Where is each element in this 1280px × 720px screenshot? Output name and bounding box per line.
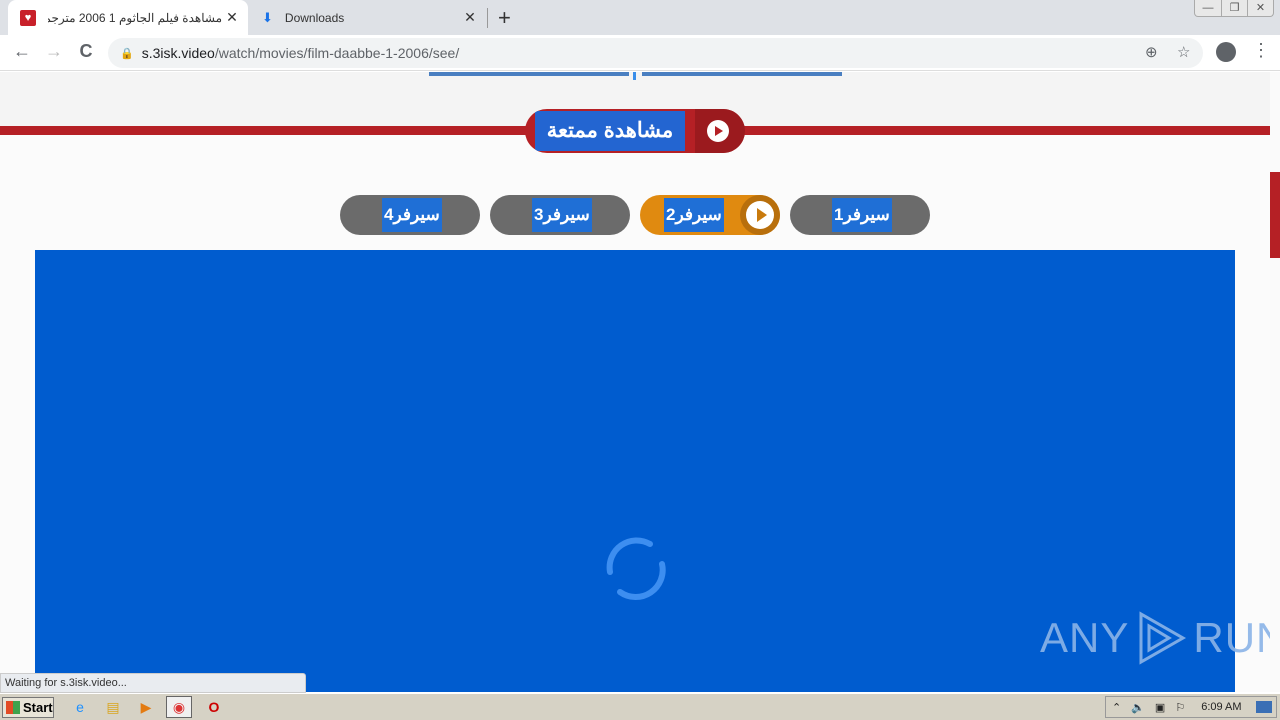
tray-expand-icon[interactable]: ⌃ [1112,701,1121,714]
minimize-button[interactable]: — [1195,0,1221,16]
taskbar: Start e ▤ ▶ ◉ O ⌃ 🔈 ▣ ⚐ 6:09 AM [0,693,1280,720]
anyrun-watermark: ANY RUN [1040,608,1270,668]
browser-menu-icon[interactable]: ⋮ [1252,40,1270,61]
url-host: s.3isk.video [141,45,215,61]
tab-title: مشاهدة فيلم الجاثوم 1 2006 مترجم [48,10,222,25]
chrome-icon[interactable]: ◉ [166,696,192,718]
tab-downloads[interactable]: ⬇ Downloads ✕ [250,0,486,35]
volume-icon[interactable]: 🔈 [1131,701,1145,714]
address-bar[interactable]: 🔒 s.3isk.video/watch/movies/film-daabbe-… [108,38,1203,68]
reload-button[interactable]: C [74,41,98,62]
anyrun-play-logo-icon [1139,611,1187,665]
server-2-button[interactable]: سيرفر2 [640,195,780,235]
forward-button[interactable]: → [42,41,66,62]
url-path: /watch/movies/film-daabbe-1-2006/see/ [214,45,460,61]
show-desktop-icon[interactable] [1255,701,1272,713]
section-title-badge: مشاهدة ممتعة [525,109,745,153]
window-controls: — ❐ ✕ [1194,0,1274,17]
server-label: سيرفر2 [664,198,724,232]
media-player-icon[interactable]: ▶ [136,698,156,716]
section-title: مشاهدة ممتعة [535,111,685,151]
tab-title: Downloads [284,10,345,25]
explorer-folder-icon[interactable]: ▤ [103,698,123,716]
server-label: سيرفر1 [832,198,892,232]
server-label: سيرفر3 [532,198,592,232]
new-tab-button[interactable]: + [498,5,511,31]
bookmark-star-icon[interactable]: ☆ [1177,43,1190,61]
watermark-run: RUN [1193,614,1270,661]
server-3-button[interactable]: سيرفر3 [490,195,630,235]
nav-underline-right [642,72,842,76]
opera-icon[interactable]: O [204,698,224,716]
server-label: سيرفر4 [382,198,442,232]
watermark-any: ANY [1040,614,1130,661]
install-icon[interactable]: ⊕ [1145,43,1158,61]
tab-bar: ♥ مشاهدة فيلم الجاثوم 1 2006 مترجم ✕ ⬇ D… [0,0,1280,35]
url-text[interactable]: s.3isk.video/watch/movies/film-daabbe-1-… [142,45,460,61]
network-icon[interactable]: ▣ [1155,701,1165,714]
web-page: مشاهدة ممتعة سيرفر1 سيرفر2 سيرفر3 سيرفر4… [0,72,1270,692]
play-circle-icon [740,195,780,235]
play-circle-icon [707,120,729,142]
start-label: Start [23,700,53,715]
tab-active-movie[interactable]: ♥ مشاهدة فيلم الجاثوم 1 2006 مترجم ✕ [8,0,248,35]
download-icon: ⬇ [262,9,273,25]
video-player[interactable]: ANY RUN [35,250,1270,692]
tab-close-icon[interactable]: ✕ [222,9,242,26]
back-button[interactable]: ← [10,41,34,62]
lock-icon: 🔒 [120,47,134,60]
tab-close-icon[interactable]: ✕ [460,9,480,26]
restore-button[interactable]: ❐ [1221,0,1247,16]
status-bar: Waiting for s.3isk.video... [0,673,306,693]
ie-icon[interactable]: e [70,698,90,716]
close-window-button[interactable]: ✕ [1247,0,1273,16]
heart-favicon-icon: ♥ [20,9,36,26]
browser-toolbar: ← → C 🔒 s.3isk.video/watch/movies/film-d… [0,35,1280,71]
action-center-flag-icon[interactable]: ⚐ [1175,701,1185,714]
scrollbar-thumb[interactable] [1270,172,1280,258]
start-button[interactable]: Start [2,697,54,718]
nav-underline-left [429,72,629,76]
server-4-button[interactable]: سيرفر4 [340,195,480,235]
tab-separator [487,8,488,28]
nav-divider [633,72,636,80]
server-1-button[interactable]: سيرفر1 [790,195,930,235]
page-scrollbar[interactable] [1270,72,1280,692]
clock[interactable]: 6:09 AM [1201,701,1241,713]
profile-avatar-icon[interactable] [1216,42,1236,62]
system-tray: ⌃ 🔈 ▣ ⚐ 6:09 AM [1105,696,1277,718]
loading-spinner-icon [606,537,666,601]
windows-logo-icon [6,701,20,714]
